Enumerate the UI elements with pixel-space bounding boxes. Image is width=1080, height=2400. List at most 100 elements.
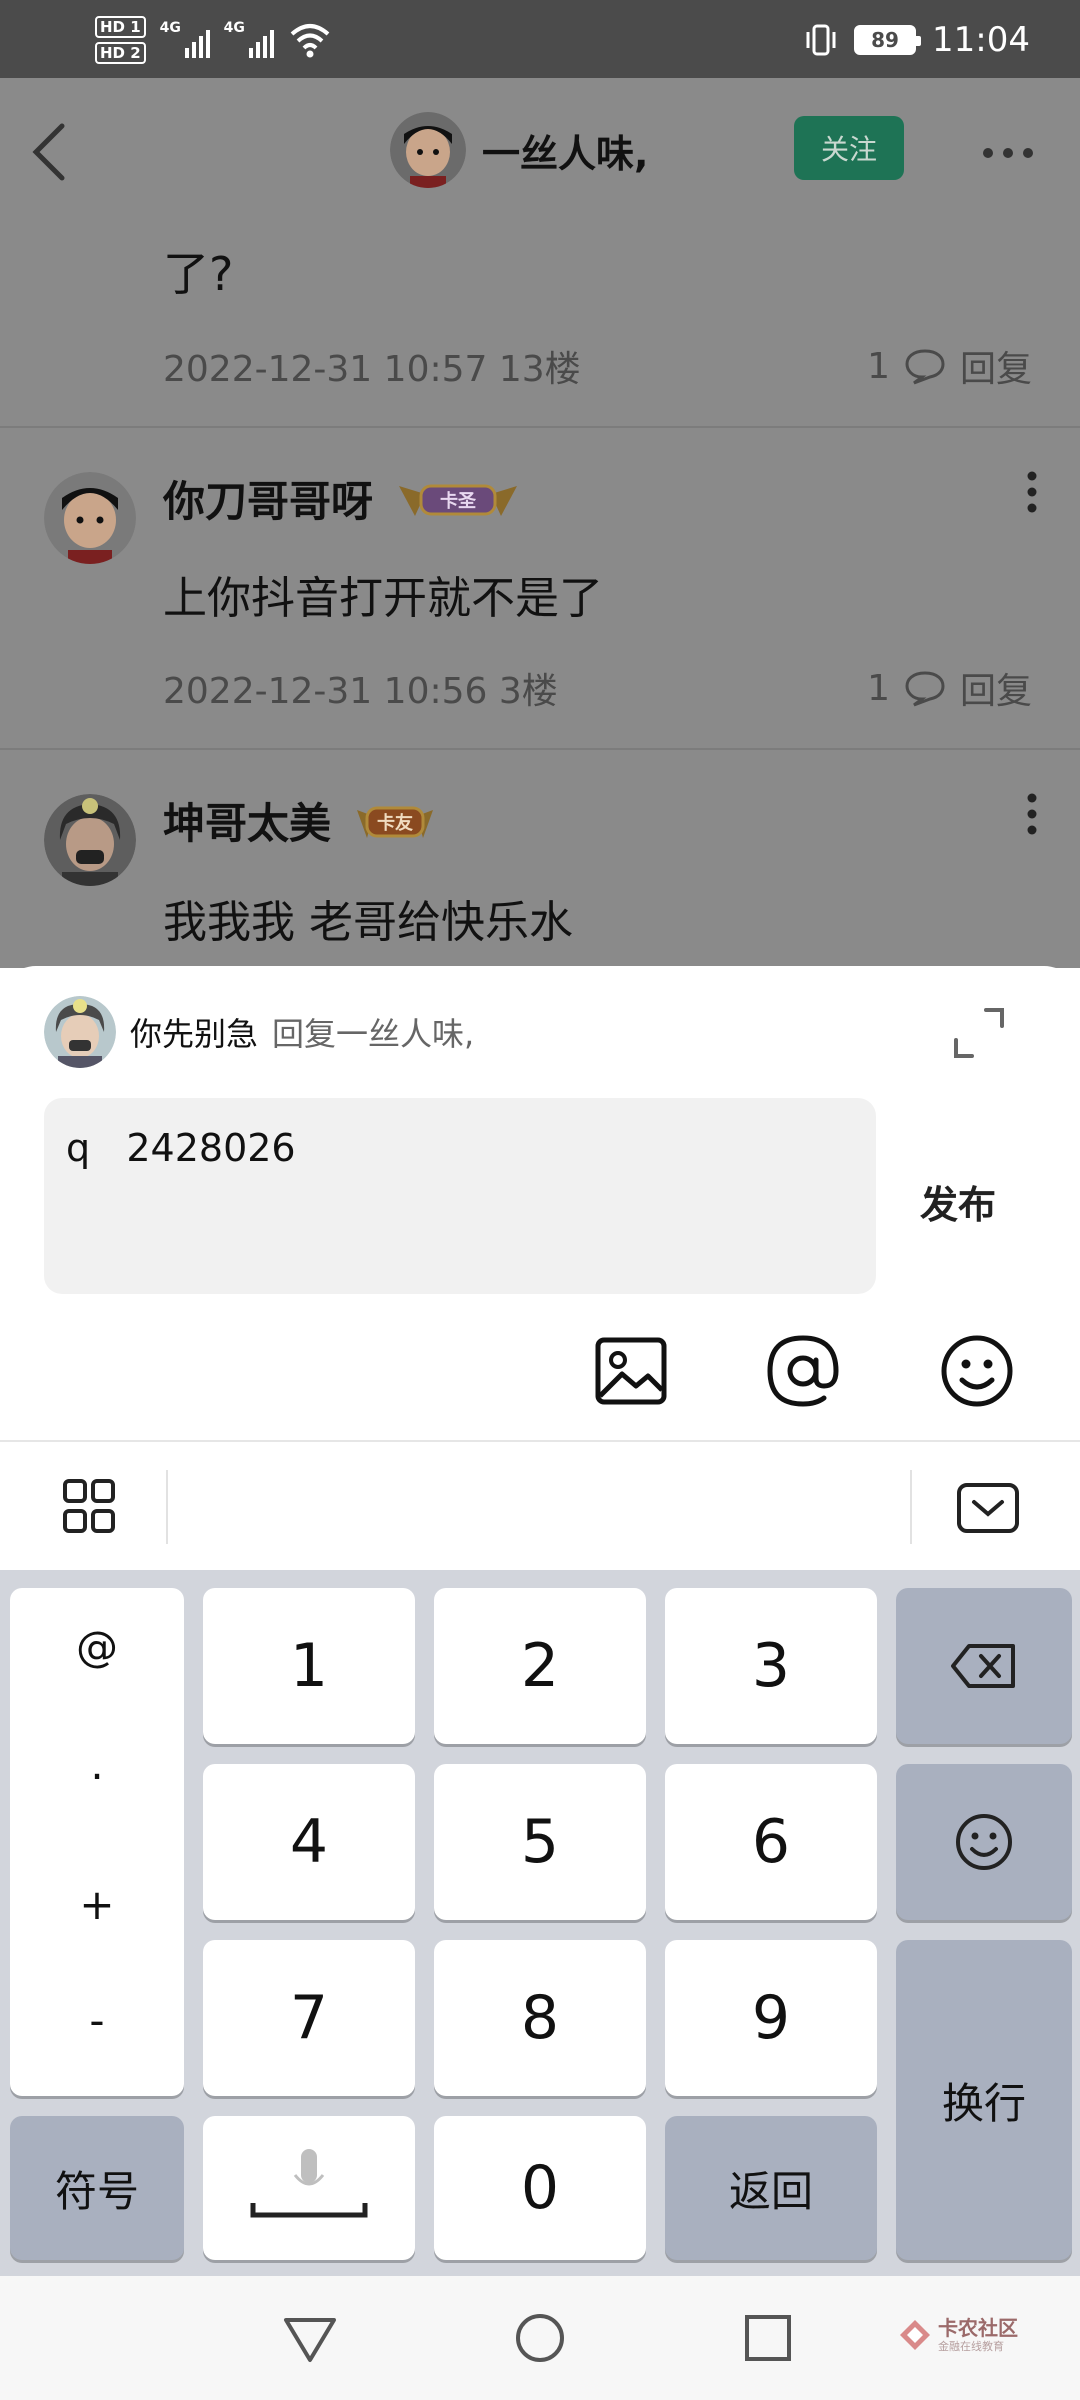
toolbar-separator (910, 1470, 912, 1544)
grid-menu-icon[interactable] (62, 1478, 116, 1534)
key-at[interactable]: @ (10, 1622, 184, 1671)
key-3[interactable]: 3 (665, 1588, 877, 1744)
key-0[interactable]: 0 (434, 2116, 646, 2260)
previous-comment-actions: 1 回复 (867, 340, 1032, 392)
signal-icon-sim1: 4G (160, 20, 210, 60)
clock: 11:04 (932, 20, 1030, 60)
sim2-hd-indicator: HD 2 (95, 42, 146, 64)
more-options-icon[interactable] (980, 140, 1036, 166)
reply-link[interactable]: 回复 (960, 662, 1032, 714)
symbols-key[interactable]: 符号 (10, 2116, 184, 2260)
post-page-dimmed: 一丝人味, 关注 了? 2022-12-31 10:57 13楼 1 回复 你刀… (0, 78, 1080, 968)
username-text: 坤哥太美 (163, 799, 332, 848)
smiley-icon (956, 1814, 1012, 1870)
key-9[interactable]: 9 (665, 1940, 877, 2096)
symbol-column: @ . + - (10, 1588, 184, 2096)
publish-button[interactable]: 发布 (920, 1174, 996, 1229)
reply-sheet: 你先别急 回复一丝人味, q 2428026 发布 (0, 966, 1080, 1442)
hide-keyboard-icon[interactable] (956, 1482, 1020, 1534)
comment-divider (0, 748, 1080, 750)
rank-badge: 卡圣 (399, 484, 518, 516)
wifi-icon (290, 24, 329, 58)
system-nav-bar: 卡农社区 金融在线教育 (0, 2276, 1080, 2400)
status-bar: HD 1 HD 2 4G 4G 89 11:04 (0, 0, 1080, 78)
key-5[interactable]: 5 (434, 1764, 646, 1920)
comment-bubble-icon[interactable] (904, 347, 946, 385)
network-type-sim1: 4G (159, 20, 181, 36)
comment-username[interactable]: 你刀哥哥呀 卡圣 (163, 468, 521, 529)
badge-text: 卡友 (377, 812, 413, 834)
key-minus[interactable]: - (10, 1996, 184, 2045)
comment-text: 上你抖音打开就不是了 (163, 573, 603, 624)
comment-avatar[interactable] (44, 794, 136, 886)
nav-home-icon[interactable] (510, 2308, 570, 2368)
toolbar-separator (166, 1470, 168, 1544)
return-key[interactable]: 返回 (665, 2116, 877, 2260)
watermark-subtitle: 金融在线教育 (938, 2340, 1004, 2353)
comment-more-icon[interactable] (1024, 468, 1040, 516)
current-user-avatar (44, 996, 116, 1068)
network-type-sim2: 4G (223, 20, 245, 36)
watermark: 卡农社区 金融在线教育 (898, 2316, 1018, 2354)
rank-badge: 卡友 (357, 806, 434, 838)
author-header[interactable]: 一丝人味, (390, 112, 648, 188)
emoji-icon[interactable] (938, 1332, 1016, 1410)
comment-divider (0, 426, 1080, 428)
comment-bubble-icon[interactable] (904, 669, 946, 707)
current-username: 你先别急 (130, 1015, 259, 1053)
sim-indicators: HD 1 HD 2 (95, 16, 146, 64)
numeric-keyboard: @ . + - 1 2 3 4 5 6 7 8 9 换行 符号 0 返回 (0, 1570, 1080, 2276)
author-avatar[interactable] (390, 112, 466, 188)
at-icon[interactable] (764, 1332, 842, 1410)
battery-icon: 89 (854, 25, 922, 55)
watermark-title: 卡农社区 (938, 2316, 1018, 2340)
badge-text: 卡圣 (440, 490, 477, 512)
image-icon[interactable] (592, 1332, 670, 1410)
key-8[interactable]: 8 (434, 1940, 646, 2096)
comment-actions: 1 回复 (867, 662, 1032, 714)
key-dot[interactable]: . (10, 1740, 184, 1789)
top-nav: 一丝人味, 关注 (0, 78, 1080, 224)
reply-header: 你先别急 回复一丝人味, (44, 996, 474, 1068)
nav-recents-icon[interactable] (738, 2308, 798, 2368)
voice-space-key[interactable] (203, 2116, 415, 2260)
reply-link[interactable]: 回复 (960, 340, 1032, 392)
comment-text: 我我我 老哥给快乐水 (163, 897, 573, 948)
reply-target: 回复一丝人味, (272, 1015, 475, 1053)
previous-comment-meta: 2022-12-31 10:57 13楼 (163, 349, 581, 390)
signal-icon-sim2: 4G (224, 20, 274, 60)
microphone-icon (250, 2149, 368, 2218)
watermark-logo-icon (900, 2320, 930, 2350)
like-count[interactable]: 1 (867, 346, 890, 387)
comment-more-icon[interactable] (1024, 790, 1040, 838)
key-2[interactable]: 2 (434, 1588, 646, 1744)
newline-key[interactable]: 换行 (896, 1940, 1072, 2260)
battery-level: 89 (871, 28, 899, 52)
like-count[interactable]: 1 (867, 668, 890, 709)
key-plus[interactable]: + (10, 1880, 184, 1929)
back-arrow-icon[interactable] (26, 120, 72, 184)
username-text: 你刀哥哥呀 (163, 477, 374, 526)
nav-back-icon[interactable] (280, 2308, 340, 2368)
emoji-key[interactable] (896, 1764, 1072, 1920)
reply-input[interactable]: q 2428026 (44, 1098, 876, 1294)
vibrate-icon (806, 24, 836, 56)
key-1[interactable]: 1 (203, 1588, 415, 1744)
backspace-key[interactable] (896, 1588, 1072, 1744)
author-name: 一丝人味, (482, 131, 649, 176)
return-key-label: 返回 (728, 2166, 813, 2216)
key-4[interactable]: 4 (203, 1764, 415, 1920)
status-left: HD 1 HD 2 4G 4G (95, 10, 332, 70)
follow-button[interactable]: 关注 (794, 116, 904, 180)
expand-icon[interactable] (952, 1006, 1006, 1060)
previous-comment-text: 了? (163, 247, 234, 301)
key-6[interactable]: 6 (665, 1764, 877, 1920)
comment-meta: 2022-12-31 10:56 3楼 (163, 671, 558, 712)
keyboard-toolbar (0, 1440, 1080, 1570)
comment-avatar[interactable] (44, 472, 136, 564)
backspace-icon (951, 1644, 1015, 1688)
newline-key-label: 换行 (941, 2078, 1026, 2128)
key-7[interactable]: 7 (203, 1940, 415, 2096)
comment-username[interactable]: 坤哥太美 卡友 (163, 790, 437, 851)
sim1-hd-indicator: HD 1 (95, 16, 146, 38)
